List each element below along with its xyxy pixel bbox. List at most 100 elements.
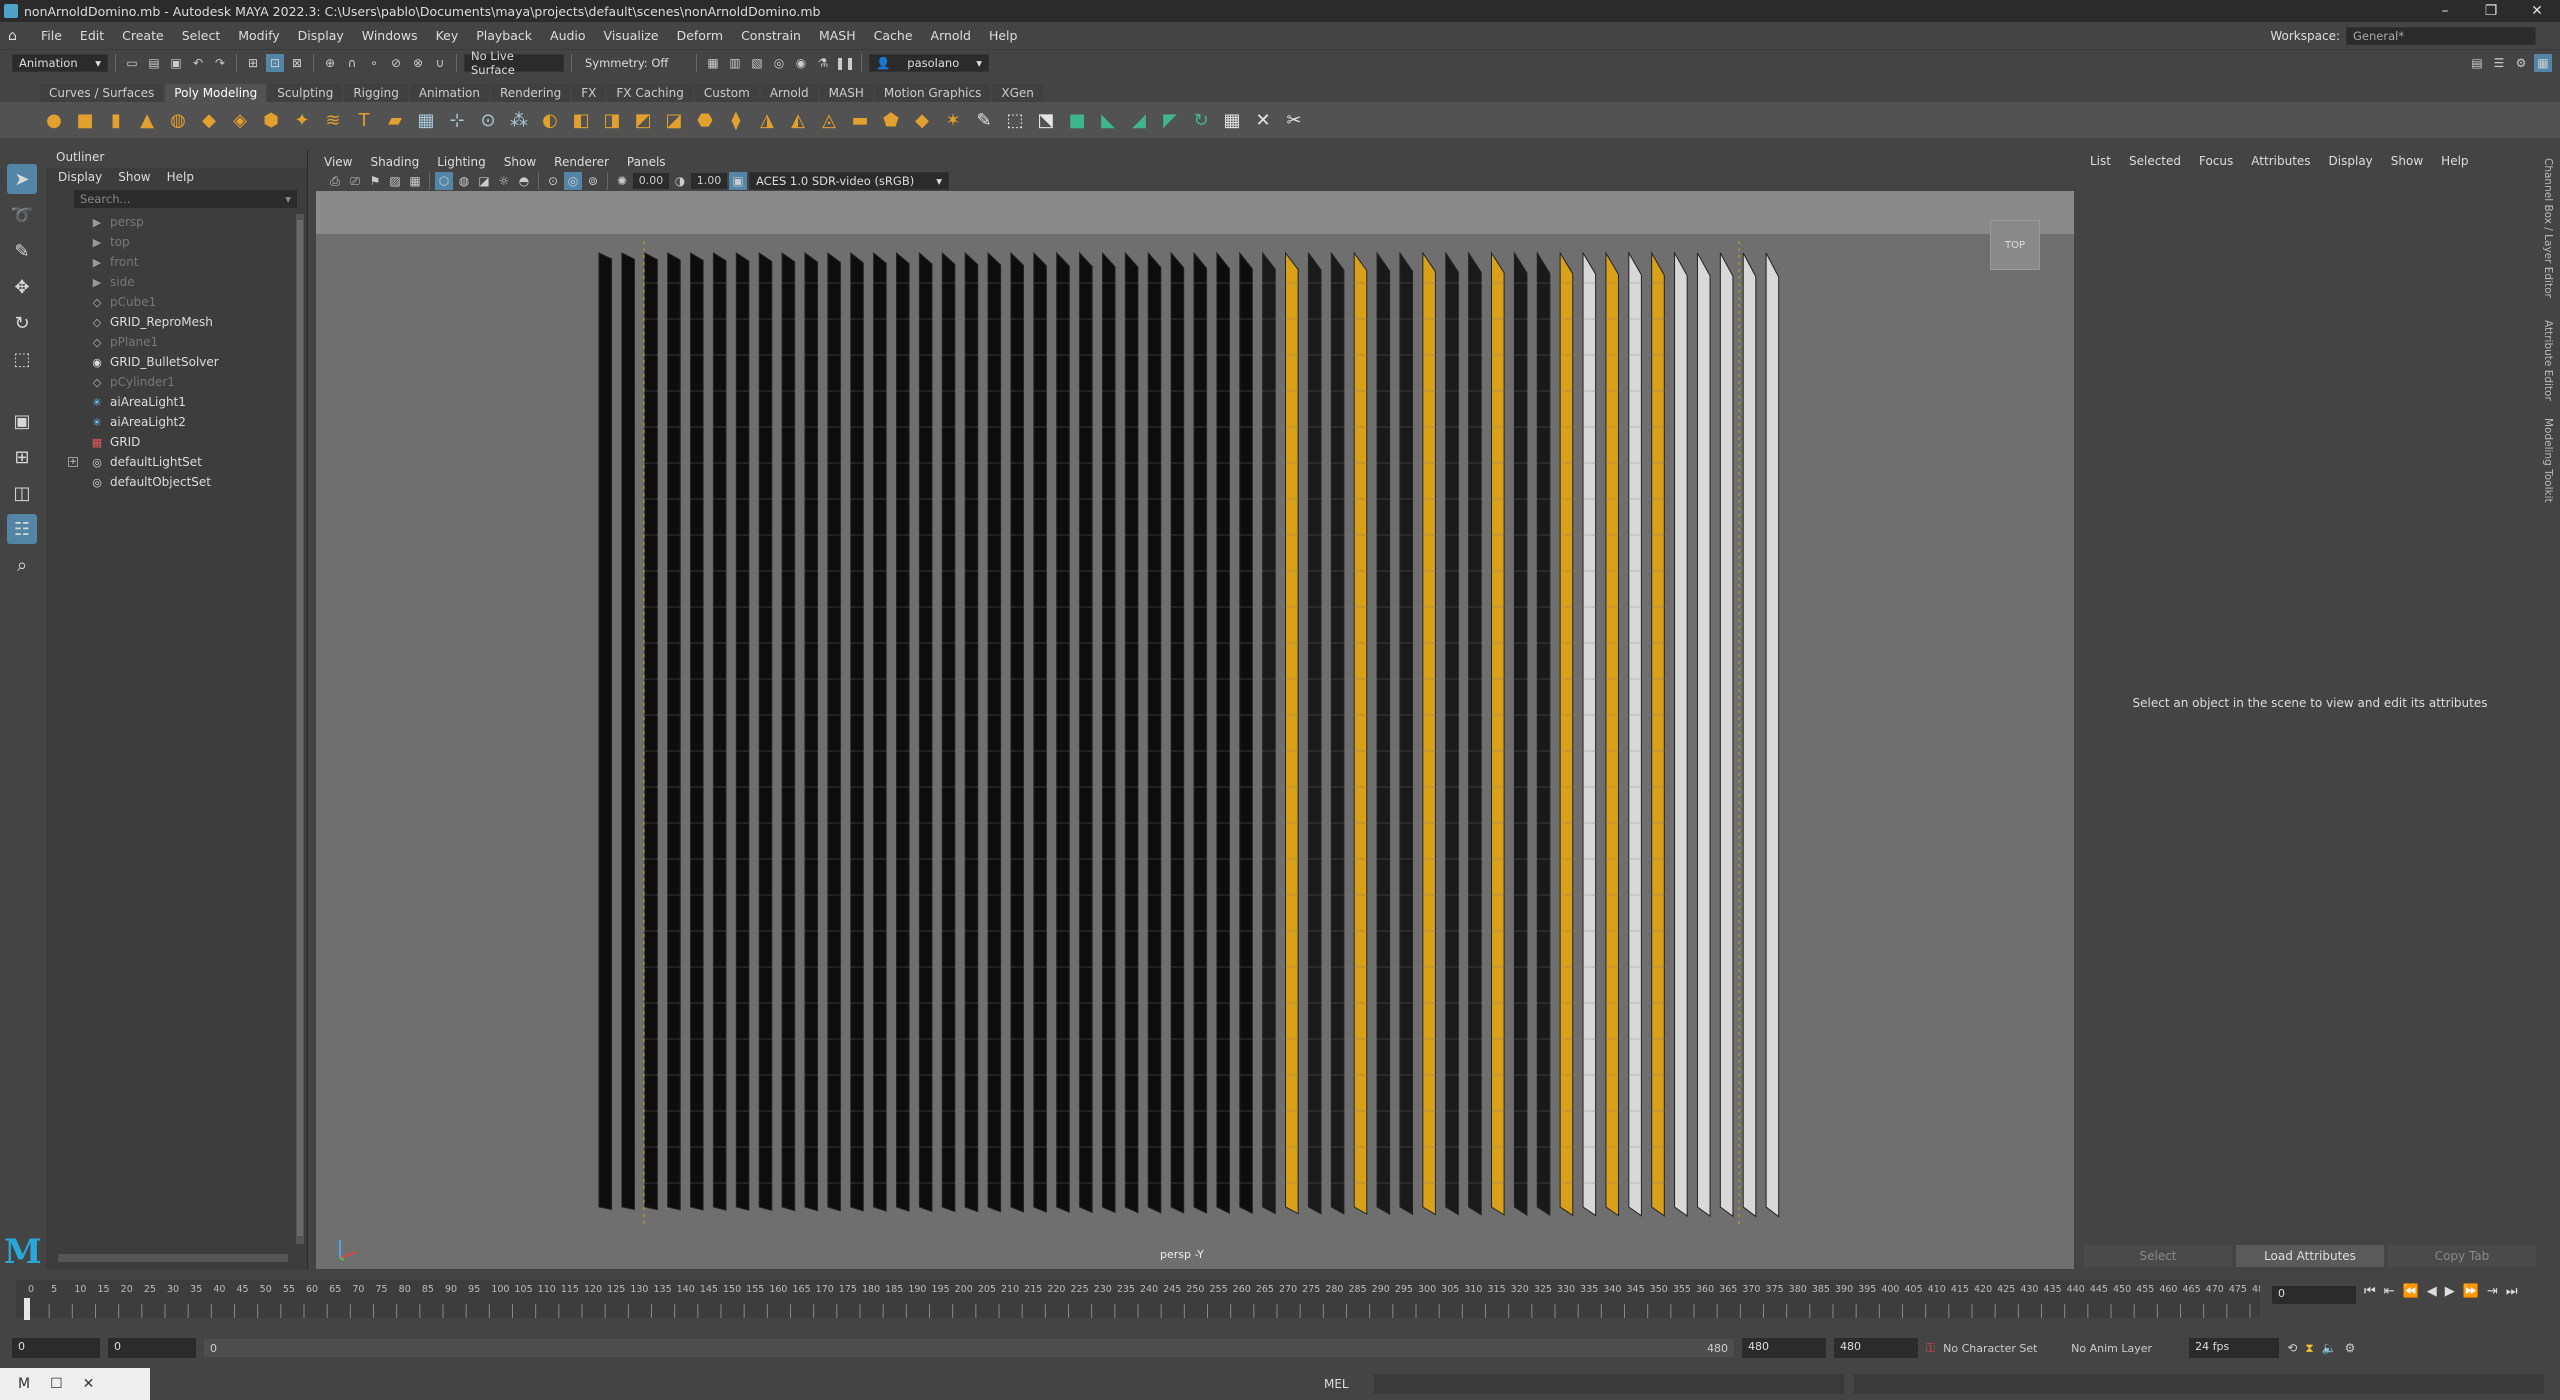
arnold-render-icon[interactable]: ⚗ bbox=[814, 54, 832, 72]
lights-icon[interactable]: ☼ bbox=[495, 172, 513, 190]
poly-platonic-icon[interactable]: ⬢ bbox=[257, 106, 285, 134]
poly-torus-icon[interactable]: ◍ bbox=[164, 106, 192, 134]
workspace-dropdown[interactable]: General* bbox=[2346, 26, 2536, 45]
playback-start-field[interactable]: 0 bbox=[108, 1338, 196, 1358]
snap-grid-icon[interactable]: ⊕ bbox=[321, 54, 339, 72]
viewport-menu-view[interactable]: View bbox=[324, 155, 352, 169]
exposure-icon[interactable]: ✺ bbox=[613, 172, 631, 190]
grid-toggle-icon[interactable]: ▦ bbox=[406, 172, 424, 190]
shelf-tab-fx[interactable]: FX bbox=[572, 84, 606, 102]
symmetry-dropdown[interactable]: Symmetry: Off bbox=[579, 54, 689, 72]
character-set-dropdown[interactable]: No Character Set bbox=[1943, 1342, 2063, 1355]
uv-editor-icon[interactable]: ▦ bbox=[1218, 106, 1246, 134]
attr-menu-selected[interactable]: Selected bbox=[2129, 154, 2181, 168]
close-button[interactable]: ✕ bbox=[2514, 3, 2560, 19]
outliner-item[interactable]: ◇ pPlane1 bbox=[46, 332, 307, 352]
expand-icon[interactable]: + bbox=[68, 457, 78, 467]
shadows-icon[interactable]: ◓ bbox=[515, 172, 533, 190]
bevel-icon[interactable]: ⬟ bbox=[877, 106, 905, 134]
wireframe-icon[interactable]: ⬡ bbox=[435, 172, 453, 190]
uv-spherical-icon[interactable]: ◤ bbox=[1156, 106, 1184, 134]
fill-hole-icon[interactable]: ◬ bbox=[815, 106, 843, 134]
select-button[interactable]: Select bbox=[2084, 1245, 2232, 1267]
tool-settings-icon[interactable]: ⚙ bbox=[2512, 54, 2530, 72]
open-scene-icon[interactable]: ▤ bbox=[145, 54, 163, 72]
attr-menu-display[interactable]: Display bbox=[2329, 154, 2373, 168]
shelf-tab-curves-surfaces[interactable]: Curves / Surfaces bbox=[40, 84, 164, 102]
redo-icon[interactable]: ↷ bbox=[211, 54, 229, 72]
shelf-tab-arnold[interactable]: Arnold bbox=[760, 84, 818, 102]
select-hierarchy-icon[interactable]: ⊞ bbox=[244, 54, 262, 72]
shelf-tab-sculpting[interactable]: Sculpting bbox=[268, 84, 343, 102]
gamma-field[interactable]: 1.00 bbox=[691, 173, 727, 189]
attr-menu-focus[interactable]: Focus bbox=[2199, 154, 2233, 168]
menu-file[interactable]: File bbox=[32, 28, 71, 43]
smooth-shade-icon[interactable]: ◍ bbox=[455, 172, 473, 190]
sound-icon[interactable]: 🔈 bbox=[2322, 1341, 2337, 1355]
layout-single-icon[interactable]: ▣ bbox=[7, 406, 37, 436]
new-scene-icon[interactable]: ▭ bbox=[123, 54, 141, 72]
snap-view-icon[interactable]: ⊘ bbox=[387, 54, 405, 72]
command-input[interactable] bbox=[1374, 1374, 1844, 1394]
attr-menu-help[interactable]: Help bbox=[2441, 154, 2468, 168]
load-attributes-button[interactable]: Load Attributes bbox=[2236, 1245, 2384, 1267]
shelf-tab-custom[interactable]: Custom bbox=[694, 84, 759, 102]
wedge-icon[interactable]: ◆ bbox=[908, 106, 936, 134]
play-forwards-icon[interactable]: ▶ bbox=[2445, 1284, 2455, 1299]
select-object-icon[interactable]: ⊡ bbox=[266, 54, 284, 72]
viewport-menu-lighting[interactable]: Lighting bbox=[437, 155, 486, 169]
step-back-frame-icon[interactable]: ⏪ bbox=[2403, 1284, 2419, 1299]
animation-prefs-icon[interactable]: ⚙ bbox=[2345, 1341, 2356, 1355]
outliner-item[interactable]: ▶ top bbox=[46, 232, 307, 252]
menuset-dropdown[interactable]: Animation ▾ bbox=[12, 54, 108, 72]
menu-audio[interactable]: Audio bbox=[541, 28, 595, 43]
menu-create[interactable]: Create bbox=[113, 28, 173, 43]
close-icon[interactable]: ✕ bbox=[83, 1376, 95, 1392]
menu-constrain[interactable]: Constrain bbox=[732, 28, 810, 43]
outliner-horizontal-scrollbar[interactable] bbox=[58, 1254, 288, 1262]
shelf-tab-rendering[interactable]: Rendering bbox=[491, 84, 571, 102]
outliner-item[interactable]: ◎ defaultObjectSet bbox=[46, 472, 307, 492]
poke-icon[interactable]: ✶ bbox=[939, 106, 967, 134]
play-backwards-icon[interactable]: ◀ bbox=[2427, 1284, 2437, 1299]
bridge-icon[interactable]: ◮ bbox=[753, 106, 781, 134]
paint-select-icon[interactable]: ✎ bbox=[7, 236, 37, 266]
playback-end-field[interactable]: 480 bbox=[1742, 1338, 1826, 1358]
menu-deform[interactable]: Deform bbox=[668, 28, 732, 43]
poly-plane-icon[interactable]: ◆ bbox=[195, 106, 223, 134]
home-icon[interactable]: ⌂ bbox=[8, 29, 24, 43]
outliner-item[interactable]: ✳ aiAreaLight1 bbox=[46, 392, 307, 412]
normalize-icon[interactable]: ⊙ bbox=[474, 106, 502, 134]
shelf-tab-poly-modeling[interactable]: Poly Modeling bbox=[165, 84, 267, 102]
poly-disc-icon[interactable]: ◈ bbox=[226, 106, 254, 134]
attribute-editor-icon[interactable]: ☰ bbox=[2490, 54, 2508, 72]
snap-point-icon[interactable]: ∘ bbox=[365, 54, 383, 72]
snap-magnet-icon[interactable]: ∪ bbox=[431, 54, 449, 72]
smooth-icon[interactable]: ◪ bbox=[660, 106, 688, 134]
reset-icon[interactable]: ⁂ bbox=[505, 106, 533, 134]
range-slider[interactable]: 0 480 bbox=[204, 1339, 1734, 1357]
layout-four-icon[interactable]: ⊞ bbox=[7, 442, 37, 472]
viewport-menu-shading[interactable]: Shading bbox=[370, 155, 419, 169]
auto-key-icon[interactable]: ⚿ bbox=[1926, 1341, 1935, 1356]
type-tool-icon[interactable]: T bbox=[350, 106, 378, 134]
menu-key[interactable]: Key bbox=[427, 28, 468, 43]
menu-edit[interactable]: Edit bbox=[71, 28, 113, 43]
render-view-icon[interactable]: ▦ bbox=[704, 54, 722, 72]
shelf-tab-motion-graphics[interactable]: Motion Graphics bbox=[874, 84, 991, 102]
outliner-menu-help[interactable]: Help bbox=[167, 170, 194, 186]
viewport-3d[interactable] bbox=[316, 191, 2074, 1269]
gamma-icon[interactable]: ◑ bbox=[671, 172, 689, 190]
menu-windows[interactable]: Windows bbox=[353, 28, 427, 43]
uv-cylindrical-icon[interactable]: ◢ bbox=[1125, 106, 1153, 134]
playback-speed-icon[interactable]: ⧗ bbox=[2305, 1341, 2313, 1356]
menu-select[interactable]: Select bbox=[173, 28, 230, 43]
minimized-window[interactable]: M ☐ ✕ bbox=[0, 1368, 150, 1400]
current-time-marker[interactable] bbox=[24, 1298, 30, 1320]
render-frame-icon[interactable]: ▥ bbox=[726, 54, 744, 72]
attr-menu-attributes[interactable]: Attributes bbox=[2251, 154, 2310, 168]
move-tool-icon[interactable]: ✥ bbox=[7, 272, 37, 302]
uv-toolkit-icon[interactable]: ✕ bbox=[1249, 106, 1277, 134]
scene-start-field[interactable]: 0 bbox=[12, 1338, 100, 1358]
poly-sphere-icon[interactable]: ● bbox=[40, 106, 68, 134]
